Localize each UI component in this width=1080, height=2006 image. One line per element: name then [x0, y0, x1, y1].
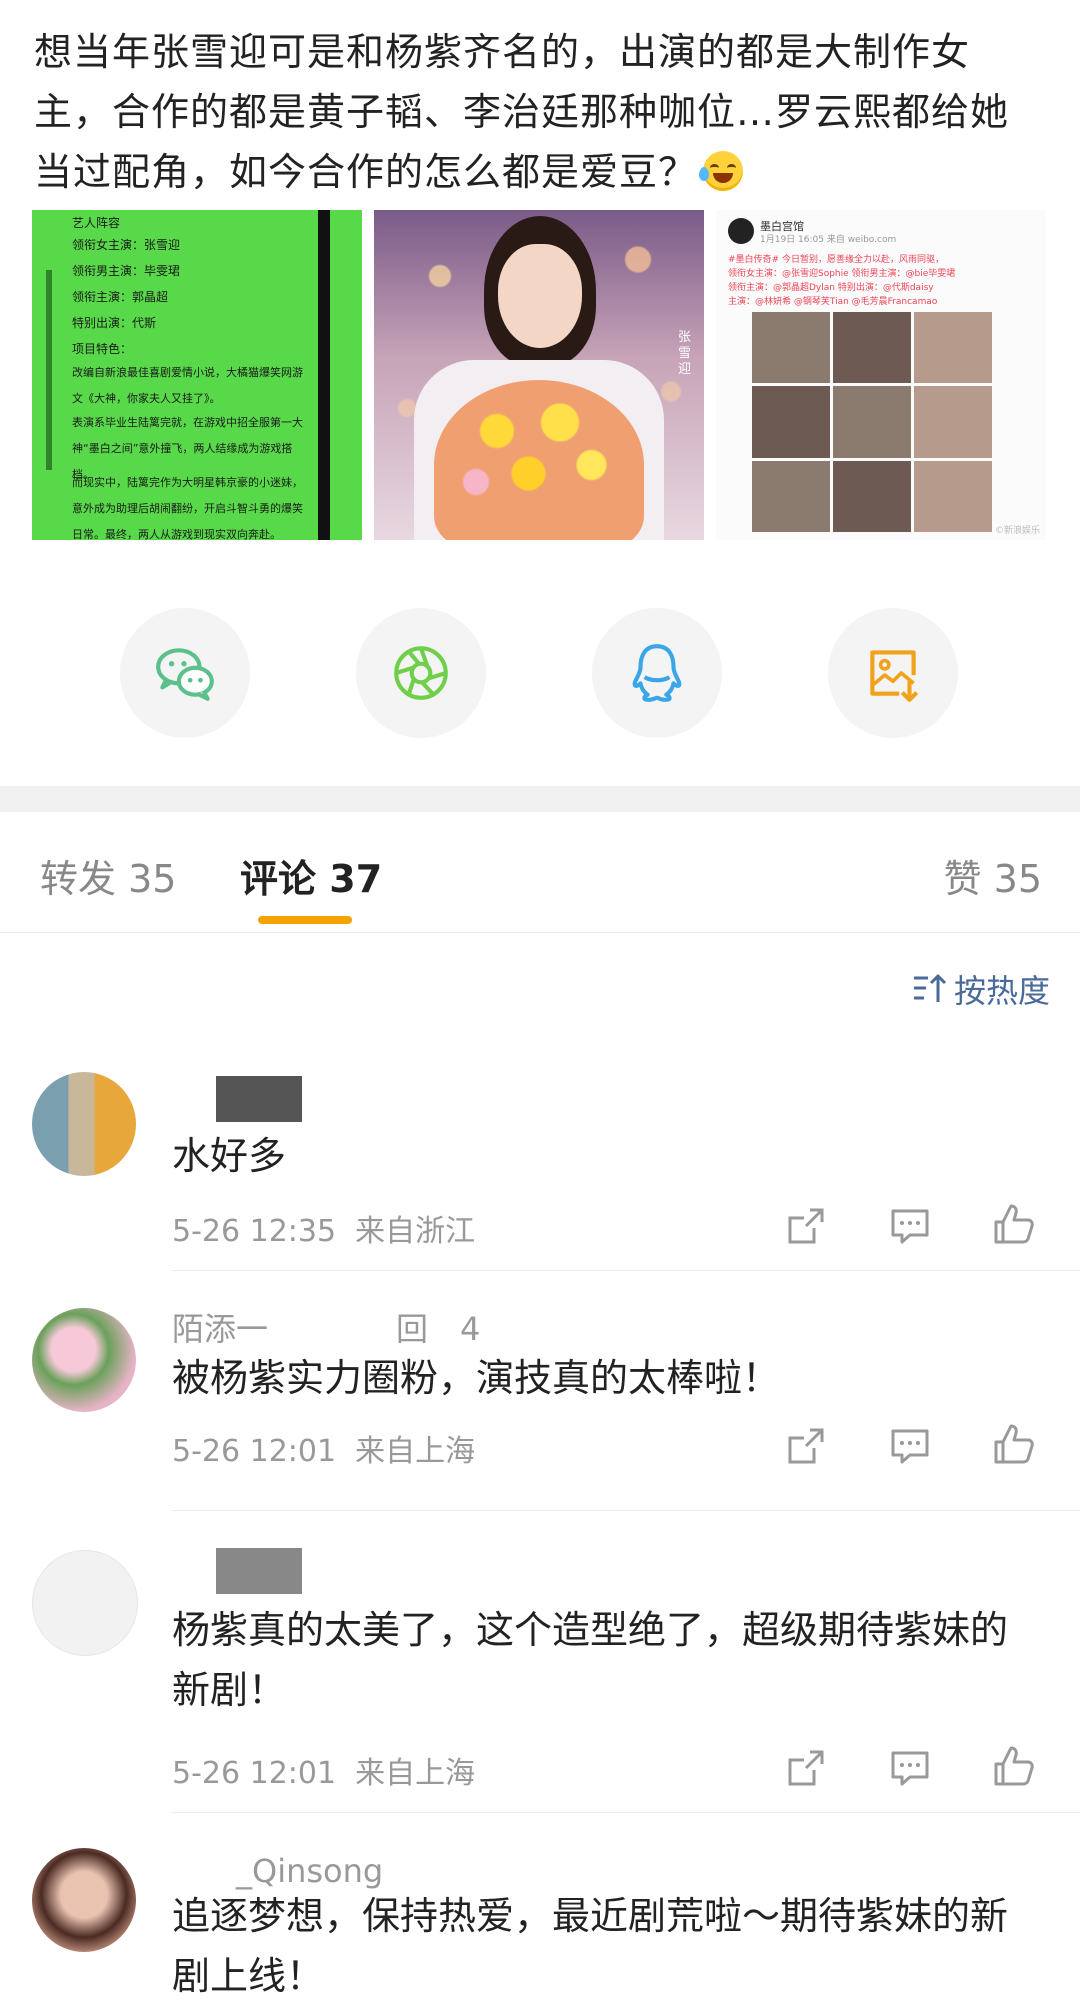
wechat-icon	[156, 648, 214, 701]
account-logo	[728, 218, 754, 244]
tab-likes[interactable]: 赞 35	[944, 848, 1042, 903]
post-text: 想当年张雪迎可是和杨紫齐名的，出演的都是大制作女主，合作的都是黄子韬、李治廷那种…	[34, 30, 1010, 194]
comment-time: 5-26 12:01	[172, 1756, 337, 1791]
comment-divider	[172, 1812, 1080, 1813]
weibo-meta: 1月19日 16:05 来自 weibo.com	[760, 235, 897, 245]
tab-count: 35	[128, 857, 177, 901]
avatar[interactable]	[32, 1550, 138, 1656]
comment-location: 来自上海	[355, 1756, 476, 1791]
username-redacted	[216, 1076, 302, 1122]
share-wechat-button[interactable]	[120, 608, 250, 738]
weibo-photo-grid	[752, 312, 992, 532]
moments-icon	[394, 646, 448, 700]
qq-icon	[632, 644, 682, 702]
share-qq-button[interactable]	[592, 608, 722, 738]
comment-username[interactable]: 陌添一 回 4	[172, 1304, 480, 1350]
repost-icon[interactable]	[784, 1424, 828, 1468]
post-image-2[interactable]: 张雪迎	[374, 210, 704, 540]
like-icon[interactable]	[992, 1202, 1036, 1246]
comment-divider	[172, 1270, 1080, 1271]
comment-text: 追逐梦想，保持热爱，最近剧荒啦～期待紫妹的新剧上线！	[172, 1894, 1009, 1998]
poster-role: 特别出演：代斯	[72, 316, 157, 330]
weibo-line: 领衔主演：@郭晶超Dylan 特别出演：@代斯daisy	[728, 283, 934, 293]
like-icon[interactable]	[992, 1744, 1036, 1788]
flower-bouquet	[434, 380, 644, 540]
poster-black-bar	[318, 210, 330, 540]
tab-count: 37	[329, 857, 383, 901]
section-divider	[0, 786, 1080, 812]
poster-role: 领衔男主演：毕雯珺	[72, 264, 181, 278]
username-redacted	[216, 1548, 302, 1594]
comment-meta: 5-26 12:35 来自浙江	[172, 1206, 475, 1250]
poster-paragraph: 而现实中，陆篱完作为大明星韩京豪的小迷妹，意外成为助理后胡闹翻纷，开启斗智斗勇的…	[72, 476, 303, 540]
tab-reposts[interactable]: 转发 35	[40, 848, 176, 903]
tab-count: 35	[993, 857, 1042, 901]
repost-icon[interactable]	[784, 1746, 828, 1790]
share-row	[0, 608, 1080, 738]
comment-divider	[172, 1510, 1080, 1511]
comment-time: 5-26 12:35	[172, 1214, 337, 1249]
reply-icon[interactable]	[888, 1746, 932, 1790]
sort-label: 按热度	[953, 972, 1050, 1010]
poster-title: 艺人阵容	[72, 216, 121, 230]
poster-features-label: 项目特色：	[72, 342, 133, 356]
comment-text: 水好多	[172, 1134, 287, 1178]
weibo-line: 领衔女主演：@张雪迎Sophie 领衔男主演：@bie毕雯珺	[728, 269, 956, 279]
save-image-icon	[870, 650, 919, 702]
comment-location: 来自浙江	[355, 1214, 476, 1249]
tab-label: 评论	[240, 857, 317, 901]
poster-paragraph: 改编自新浪最佳喜剧爱情小说，大橘猫爆笑网游文《大神，你家夫人又挂了》。	[72, 366, 303, 405]
comment-location: 来自上海	[355, 1434, 476, 1469]
like-icon[interactable]	[992, 1422, 1036, 1466]
weibo-line: 主演：@林妍希 @钢琴芙Tian @毛芳晨Francamao	[728, 297, 938, 307]
active-tab-indicator	[258, 916, 352, 924]
sort-icon	[913, 974, 947, 1002]
comment-meta: 5-26 12:01 来自上海	[172, 1426, 475, 1470]
interaction-tabs: 转发 35 评论 37 赞 35	[0, 812, 1080, 933]
comment-text: 被杨紫实力圈粉，演技真的太棒啦！	[172, 1356, 781, 1400]
repost-icon[interactable]	[784, 1204, 828, 1248]
avatar[interactable]	[32, 1848, 136, 1952]
actress-face	[498, 244, 582, 348]
laugh-cry-emoji-icon	[699, 151, 744, 191]
comment-text: 杨紫真的太美了，这个造型绝了，超级期待紫妹的新剧！	[172, 1608, 1009, 1712]
reply-icon[interactable]	[888, 1424, 932, 1468]
poster-role: 领衔女主演：张雪迎	[72, 238, 181, 252]
weibo-line: #墨白传奇# 今日暂别，愿善缘全力以赴，风雨同驱，	[728, 255, 944, 265]
tab-label: 转发	[40, 857, 117, 901]
save-image-button[interactable]	[828, 608, 958, 738]
poster-side-strip	[46, 270, 52, 470]
reply-icon[interactable]	[888, 1204, 932, 1248]
avatar[interactable]	[32, 1308, 136, 1412]
tab-label: 赞	[943, 857, 982, 901]
poster-role: 领衔主演：郭晶超	[72, 290, 169, 304]
photo-vertical-caption: 张雪迎	[678, 330, 692, 377]
comment-time: 5-26 12:01	[172, 1434, 337, 1469]
avatar[interactable]	[32, 1072, 136, 1176]
tab-comments[interactable]: 评论 37	[240, 848, 382, 903]
sort-by-hot-button[interactable]: 按热度	[912, 966, 1050, 1012]
comment-meta: 5-26 12:01 来自上海	[172, 1748, 475, 1792]
post-image-3[interactable]: 墨白宫馆 1月19日 16:05 来自 weibo.com #墨白传奇# 今日暂…	[716, 210, 1046, 540]
share-moments-button[interactable]	[356, 608, 486, 738]
post-image-1[interactable]: 艺人阵容 领衔女主演：张雪迎 领衔男主演：毕雯珺 领衔主演：郭晶超 特别出演：代…	[32, 210, 362, 540]
watermark: ©新浪娱乐	[994, 526, 1040, 536]
